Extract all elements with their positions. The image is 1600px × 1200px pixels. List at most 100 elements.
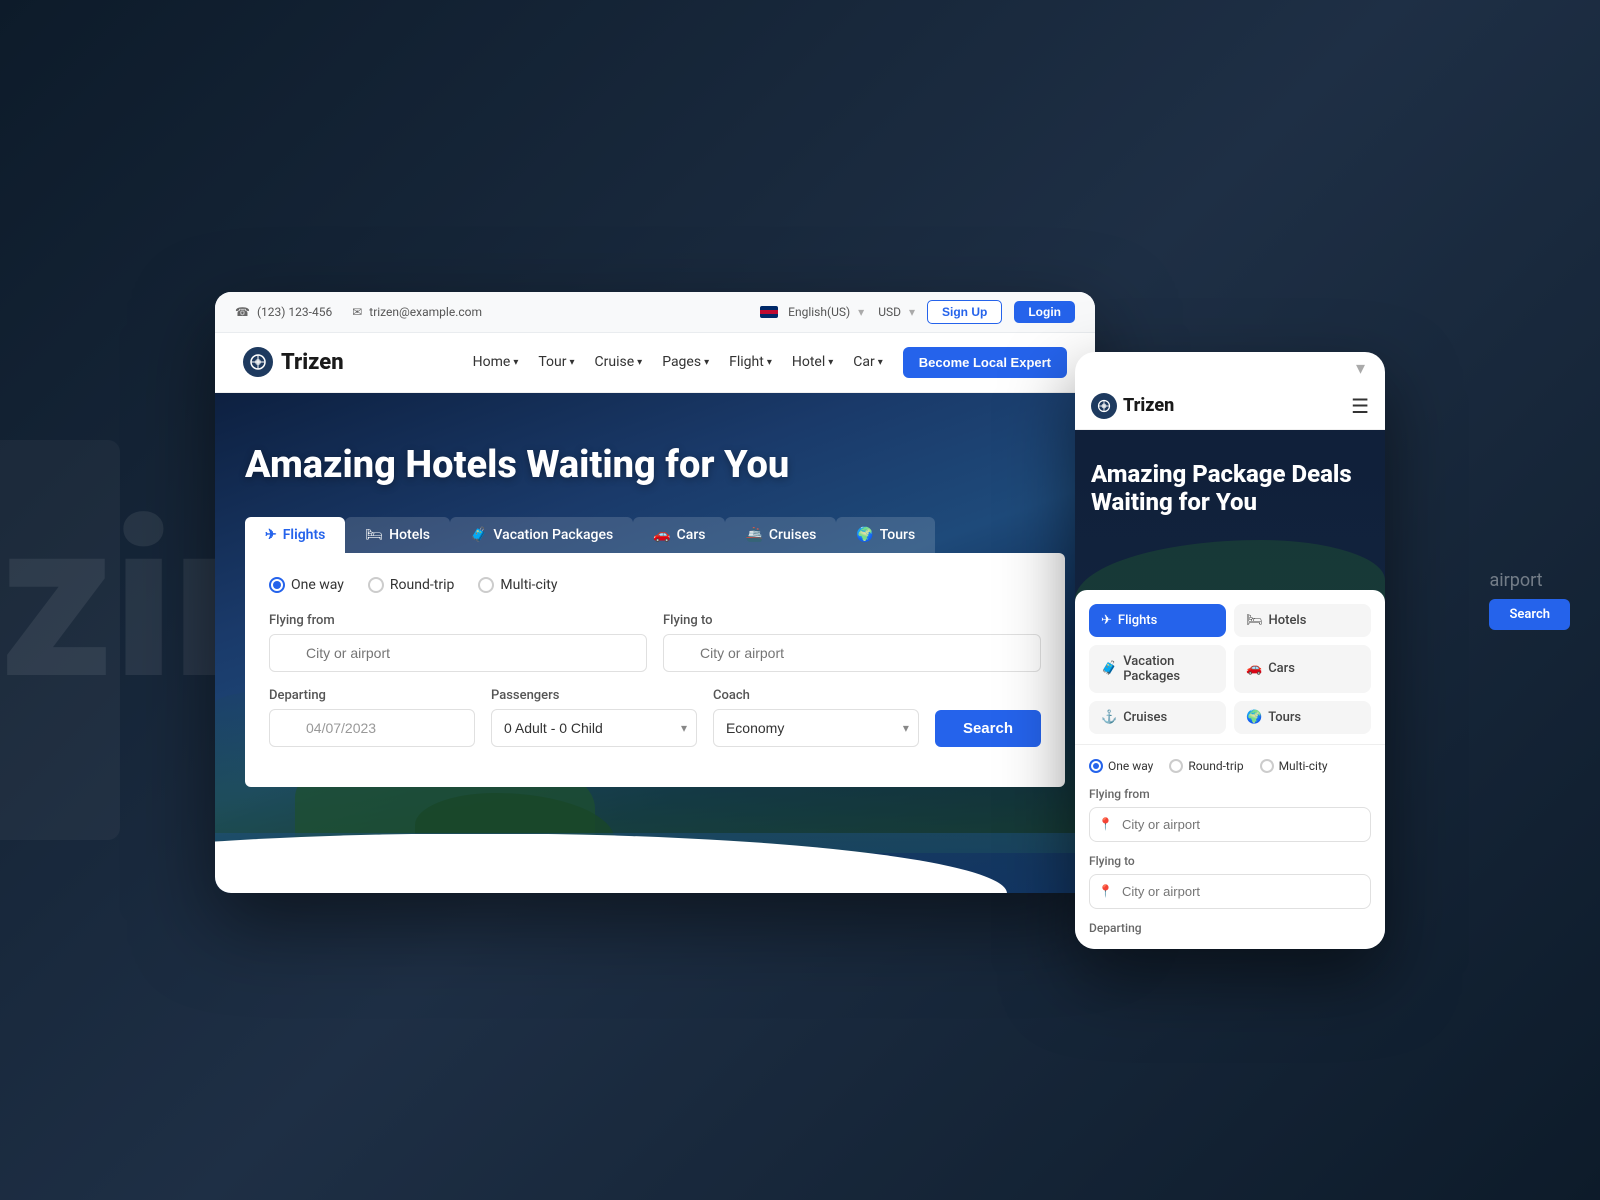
mobile-flying-to-wrapper: 📍 (1089, 874, 1371, 909)
cars-tab-icon: 🚗 (653, 527, 670, 543)
signup-button[interactable]: Sign Up (927, 300, 1002, 324)
flying-from-group: Flying from 📍 (269, 613, 647, 672)
tab-cruises[interactable]: 🚢 Cruises (725, 517, 836, 553)
mobile-tab-cars[interactable]: 🚗 Cars (1234, 645, 1371, 693)
nav-car[interactable]: Car ▾ (853, 354, 883, 370)
coach-group: Coach Economy ▾ (713, 688, 919, 747)
vacation-tab-icon: 🧳 (470, 527, 487, 543)
phone-icon: ☎ (235, 305, 250, 319)
hero-content: Amazing Hotels Waiting for You ✈ Flights… (245, 443, 1065, 787)
mobile-flying-from-input[interactable] (1089, 807, 1371, 842)
mobile-cruises-icon: ⚓ (1101, 710, 1117, 725)
nav-cruise[interactable]: Cruise ▾ (595, 354, 643, 370)
tab-hotels[interactable]: 🛏 Hotels (345, 517, 450, 553)
become-local-expert-button[interactable]: Become Local Expert (903, 347, 1067, 378)
tab-flights[interactable]: ✈ Flights (245, 517, 345, 553)
nav-pages[interactable]: Pages ▾ (662, 354, 709, 370)
mobile-round-trip-radio[interactable] (1169, 759, 1183, 773)
search-tabs: ✈ Flights 🛏 Hotels 🧳 Vacation Packages 🚗… (245, 517, 1065, 553)
login-button[interactable]: Login (1014, 301, 1075, 323)
mobile-one-way-option[interactable]: One way (1089, 759, 1153, 773)
from-to-row: Flying from 📍 Flying to 📍 (269, 613, 1041, 672)
mobile-flying-from-wrapper: 📍 (1089, 807, 1371, 842)
background-right-element: airport Search (1489, 570, 1570, 630)
flights-tab-label: Flights (283, 527, 326, 543)
flying-to-input[interactable] (663, 634, 1041, 672)
mobile-hotels-label: Hotels (1269, 613, 1307, 628)
round-trip-radio[interactable] (368, 577, 384, 593)
mobile-location-to-icon: 📍 (1098, 884, 1113, 898)
mobile-logo-icon (1091, 393, 1117, 419)
tab-cars[interactable]: 🚗 Cars (633, 517, 725, 553)
tab-tours[interactable]: 🌍 Tours (836, 517, 935, 553)
top-bar: ☎ (123) 123-456 ✉ trizen@example.com Eng… (215, 292, 1095, 333)
mobile-multi-city-radio[interactable] (1260, 759, 1274, 773)
mobile-tabs-grid: ✈ Flights 🛏 Hotels 🧳 Vacation Packages 🚗… (1089, 604, 1371, 734)
multi-city-option[interactable]: Multi-city (478, 577, 557, 593)
mobile-one-way-radio[interactable] (1089, 759, 1103, 773)
search-button[interactable]: Search (935, 710, 1041, 747)
cars-tab-label: Cars (677, 527, 706, 543)
mobile-flying-to-label: Flying to (1089, 854, 1371, 868)
mobile-hotels-icon: 🛏 (1246, 613, 1263, 628)
cruises-tab-label: Cruises (769, 527, 816, 543)
nav-flight[interactable]: Flight ▾ (729, 354, 772, 370)
departing-group: Departing 📅 (269, 688, 475, 747)
mobile-brand-name: Trizen (1123, 395, 1174, 416)
email-info: ✉ trizen@example.com (352, 305, 482, 319)
mobile-multi-city-option[interactable]: Multi-city (1260, 759, 1328, 773)
mobile-search-form: One way Round-trip Multi-city Flying fro… (1075, 744, 1385, 949)
mobile-round-trip-option[interactable]: Round-trip (1169, 759, 1243, 773)
nav-tour[interactable]: Tour ▾ (538, 354, 574, 370)
trip-type-row: One way Round-trip Multi-city (269, 577, 1041, 593)
mobile-logo[interactable]: Trizen (1091, 393, 1174, 419)
mobile-tab-flights[interactable]: ✈ Flights (1089, 604, 1226, 637)
top-bar-right: English(US) ▾ USD ▾ Sign Up Login (760, 300, 1075, 324)
multi-city-radio[interactable] (478, 577, 494, 593)
vacation-tab-label: Vacation Packages (493, 527, 613, 543)
mobile-top-area: ▾ (1075, 352, 1385, 379)
mobile-tab-tours[interactable]: 🌍 Tours (1234, 701, 1371, 734)
nav-home[interactable]: Home ▾ (473, 354, 519, 370)
mobile-tab-cruises[interactable]: ⚓ Cruises (1089, 701, 1226, 734)
language-currency: English(US) ▾ USD ▾ (760, 305, 915, 319)
flag-icon (760, 306, 778, 318)
logo-icon (243, 347, 273, 377)
logo[interactable]: Trizen (243, 347, 344, 377)
mobile-tabs-section: ✈ Flights 🛏 Hotels 🧳 Vacation Packages 🚗… (1075, 590, 1385, 734)
tours-tab-icon: 🌍 (856, 527, 873, 543)
departing-input[interactable] (269, 709, 475, 747)
flying-from-input[interactable] (269, 634, 647, 672)
background-desktop-hint (0, 440, 120, 840)
top-bar-left: ☎ (123) 123-456 ✉ trizen@example.com (235, 305, 482, 319)
one-way-radio[interactable] (269, 577, 285, 593)
flying-to-input-wrapper: 📍 (663, 634, 1041, 672)
departing-input-wrapper: 📅 (269, 709, 475, 747)
main-container: ☎ (123) 123-456 ✉ trizen@example.com Eng… (215, 292, 1385, 949)
phone-info: ☎ (123) 123-456 (235, 305, 332, 319)
mobile-hero-title: Amazing Package Deals Waiting for You (1091, 460, 1369, 518)
hotels-tab-icon: 🛏 (365, 527, 383, 543)
round-trip-option[interactable]: Round-trip (368, 577, 454, 593)
tab-vacation-packages[interactable]: 🧳 Vacation Packages (450, 517, 633, 553)
cruises-tab-icon: 🚢 (745, 527, 762, 543)
mobile-tab-vacation-packages[interactable]: 🧳 Vacation Packages (1089, 645, 1226, 693)
mobile-header: Trizen ☰ (1075, 379, 1385, 430)
hamburger-menu[interactable]: ☰ (1351, 394, 1369, 418)
mobile-flying-from-label: Flying from (1089, 787, 1371, 801)
mobile-cars-icon: 🚗 (1246, 661, 1262, 676)
mobile-vacation-label: Vacation Packages (1123, 654, 1214, 684)
nav-hotel[interactable]: Hotel ▾ (792, 354, 833, 370)
one-way-option[interactable]: One way (269, 577, 344, 593)
mobile-flying-to-input[interactable] (1089, 874, 1371, 909)
coach-select-wrapper: Economy ▾ (713, 709, 919, 747)
mobile-mockup: ▾ Trizen ☰ Amazing Package D (1075, 352, 1385, 949)
passengers-select[interactable]: 0 Adult - 0 Child (491, 709, 697, 747)
mobile-tours-icon: 🌍 (1246, 710, 1262, 725)
coach-select[interactable]: Economy (713, 709, 919, 747)
mobile-tours-label: Tours (1268, 710, 1301, 725)
mobile-tab-hotels[interactable]: 🛏 Hotels (1234, 604, 1371, 637)
navbar: Trizen Home ▾ Tour ▾ Cruise ▾ Pages ▾ Fl… (215, 333, 1095, 393)
mobile-location-from-icon: 📍 (1098, 817, 1113, 831)
flying-to-label: Flying to (663, 613, 1041, 628)
